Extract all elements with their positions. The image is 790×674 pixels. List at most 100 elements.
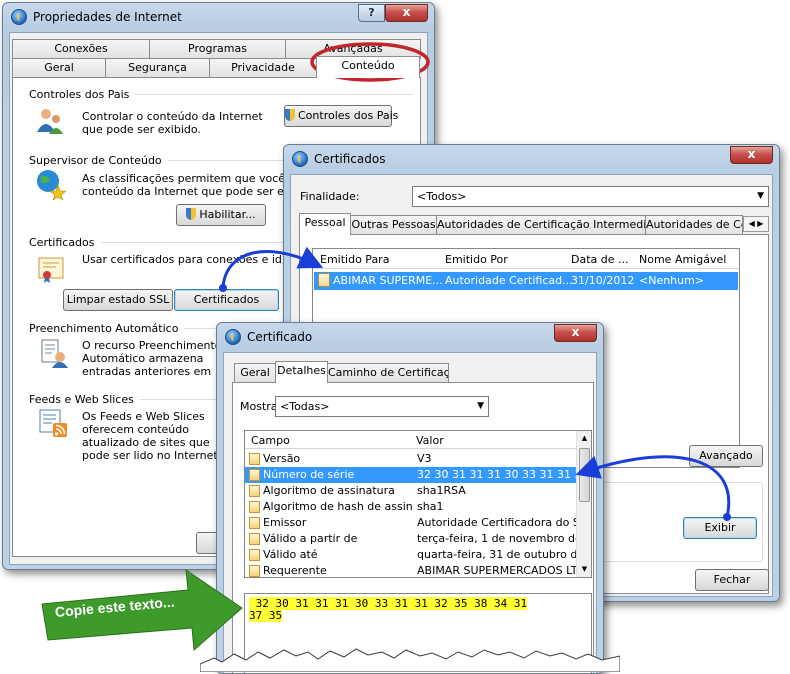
list-item[interactable]: Requerente ABIMAR SUPERMERCADOS LT... <box>245 563 577 577</box>
feeds-icon <box>39 409 67 437</box>
certificados-close-button[interactable]: x <box>730 146 773 164</box>
list-item[interactable]: Emissor Autoridade Certificadora do S... <box>245 515 577 531</box>
enable-button[interactable]: Habilitar... <box>176 204 266 226</box>
supervisor-group-label: Supervisor de Conteúdo <box>29 154 168 167</box>
certificado-client: Geral Detalhes Caminho de Certificação M… <box>223 352 597 673</box>
field-icon <box>249 453 260 465</box>
tab-scroll-arrows[interactable]: ◀ ▶ <box>743 216 769 232</box>
list-item[interactable]: Válido a partir de terça-feira, 1 de nove… <box>245 531 577 547</box>
feeds-group-label: Feeds e Web Slices <box>29 393 140 406</box>
field-value: ABIMAR SUPERMERCADOS LT... <box>417 564 577 577</box>
field-name: Emissor <box>263 516 307 529</box>
certificados-titlebar[interactable]: Certificados x <box>284 145 779 173</box>
column-value[interactable]: Valor <box>416 434 444 447</box>
list-item[interactable]: Versão V3 <box>245 451 576 467</box>
field-icon <box>249 485 260 497</box>
column-issued-by[interactable]: Emitido Por <box>445 253 508 266</box>
autocomplete-group-label: Preenchimento Automático <box>29 322 185 335</box>
enable-button-label: Habilitar... <box>199 208 256 221</box>
column-field[interactable]: Campo <box>251 434 290 447</box>
list-item[interactable]: Válido até quarta-feira, 31 de outubro d.… <box>245 547 577 563</box>
tab-autoridades-raiz[interactable]: Autoridades de Ce <box>645 215 743 235</box>
list-item[interactable]: Algoritmo de assinatura sha1RSA <box>245 483 576 499</box>
certificate-row-issued-by: Autoridade Certificad... <box>445 274 573 287</box>
tab-certificado-geral[interactable]: Geral <box>234 363 276 383</box>
certificates-group-label: Certificados <box>29 236 101 249</box>
tab-conteudo[interactable]: Conteúdo <box>316 56 420 78</box>
tab-autoridades-intermediarias[interactable]: Autoridades de Certificação Intermediári… <box>436 215 646 235</box>
autocomplete-icon <box>41 339 68 368</box>
field-name: Algoritmo de hash de assina... <box>263 500 413 513</box>
tab-privacidade[interactable]: Privacidade <box>209 58 317 78</box>
close-button[interactable]: x <box>385 4 428 22</box>
tab-outras-pessoas[interactable]: Outras Pessoas <box>350 215 437 235</box>
internet-options-titlebar[interactable]: Propriedades de Internet ? x <box>3 3 434 31</box>
tab-caminho-certificacao[interactable]: Caminho de Certificação <box>327 363 449 383</box>
column-date[interactable]: Data de ... <box>571 253 629 266</box>
close-dialog-button[interactable]: Fechar <box>695 569 769 591</box>
internet-options-app-icon <box>11 9 27 25</box>
tab-conexoes[interactable]: Conexões <box>12 39 150 59</box>
field-value: sha1 <box>417 500 444 513</box>
feeds-text: Os Feeds e Web Slices oferecem conteúdo … <box>82 410 218 462</box>
torn-edge <box>200 648 620 672</box>
field-value: Autoridade Certificadora do S... <box>417 516 577 529</box>
show-select[interactable]: <Todas> ▼ <box>275 396 489 417</box>
certificate-list-header: Emitido Para Emitido Por Data de ... Nom… <box>313 249 739 269</box>
autocomplete-text: O recurso Preenchimento Automático armaz… <box>82 339 222 378</box>
table-row[interactable]: ABIMAR SUPERME... Autoridade Certificad.… <box>314 272 738 290</box>
field-icon <box>249 533 260 545</box>
shield-icon <box>186 208 197 220</box>
shield-icon <box>285 109 295 121</box>
serial-number-line-1: 32 30 31 31 31 30 33 31 31 32 35 38 34 3… <box>249 597 528 610</box>
field-value: 32 30 31 31 31 30 33 31 31 32... <box>417 468 577 481</box>
internet-options-title: Propriedades de Internet <box>33 10 182 24</box>
users-icon <box>37 109 63 134</box>
field-icon <box>249 549 260 561</box>
arrow-to-certificados <box>219 246 324 292</box>
field-value: sha1RSA <box>417 484 466 497</box>
parental-group-label: Controles dos Pais <box>29 88 136 101</box>
arrow-to-serial <box>575 455 731 521</box>
show-select-value: <Todas> <box>280 400 330 413</box>
scroll-down-icon[interactable]: ▼ <box>577 562 591 577</box>
clear-ssl-button[interactable]: Limpar estado SSL <box>63 289 173 311</box>
field-name: Requerente <box>263 564 327 577</box>
chevron-down-icon: ▼ <box>477 401 484 411</box>
certificate-row-issued-to: ABIMAR SUPERME... <box>318 272 443 290</box>
list-item-selected[interactable]: Número de série 32 30 31 31 31 30 33 31 3… <box>245 467 577 483</box>
parental-controls-button-label: Controles dos Pais <box>298 109 399 122</box>
field-name: Válido a partir de <box>263 532 358 545</box>
field-value: quarta-feira, 31 de outubro d... <box>417 548 577 561</box>
field-icon <box>249 517 260 529</box>
details-list[interactable]: Campo Valor Versão V3 Número de série 32 3… <box>244 430 592 578</box>
tab-geral[interactable]: Geral <box>12 58 106 78</box>
tab-certificado-detalhes[interactable]: Detalhes <box>275 361 328 383</box>
field-icon <box>249 501 260 513</box>
certificate-row-friendly-name: <Nenhum> <box>639 274 705 287</box>
certificate-row-date: 31/10/2012 <box>571 274 635 287</box>
certificado-app-icon <box>225 329 241 345</box>
field-name: Número de série <box>263 468 355 481</box>
field-name: Versão <box>263 452 301 465</box>
purpose-select[interactable]: <Todos> ▼ <box>412 186 769 207</box>
field-value: terça-feira, 1 de novembro de... <box>417 532 577 545</box>
purpose-label: Finalidade: <box>300 190 360 203</box>
certificado-titlebar[interactable]: Certificado x <box>217 323 603 351</box>
tab-seguranca[interactable]: Segurança <box>105 58 210 78</box>
certificado-title: Certificado <box>247 330 313 344</box>
globe-star-icon <box>37 170 66 200</box>
list-item[interactable]: Algoritmo de hash de assina... sha1 <box>245 499 576 515</box>
purpose-select-value: <Todos> <box>417 190 467 203</box>
certificado-window: Certificado x Geral Detalhes Caminho de … <box>216 322 604 674</box>
details-list-header: Campo Valor <box>245 431 576 449</box>
tab-pessoal[interactable]: Pessoal <box>299 213 351 235</box>
chevron-down-icon: ▼ <box>757 191 764 201</box>
certificado-close-button[interactable]: x <box>554 324 597 342</box>
help-button[interactable]: ? <box>358 4 385 22</box>
parental-controls-button[interactable]: Controles dos Pais <box>284 105 398 127</box>
parental-text: Controlar o conteúdo da Internet que pod… <box>82 110 263 136</box>
certificados-title: Certificados <box>314 152 386 166</box>
tab-programas[interactable]: Programas <box>149 39 286 59</box>
column-friendly-name[interactable]: Nome Amigável <box>639 253 726 266</box>
